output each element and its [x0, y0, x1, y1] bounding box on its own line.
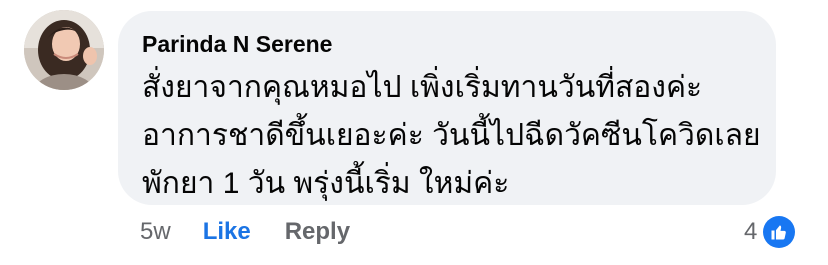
reaction-count: 4 [744, 218, 758, 245]
comment-actions: 5w Like Reply [140, 214, 350, 250]
like-button[interactable]: Like [203, 218, 251, 246]
comment-text-line: สั่งยาจากคุณหมอไป เพิ่งเริ่มทานวันที่สอง… [142, 71, 703, 104]
avatar-photo [24, 10, 104, 90]
comment: Parinda N Serene สั่งยาจากคุณหมอไป เพิ่ง… [0, 0, 828, 265]
comment-text-line: อาการชาดีขึ้นเยอะค่ะ วันนี้ไปฉีดวัคซีนโค… [142, 119, 761, 152]
comment-bubble: Parinda N Serene สั่งยาจากคุณหมอไป เพิ่ง… [118, 11, 776, 205]
comment-text: สั่งยาจากคุณหมอไป เพิ่งเริ่มทานวันที่สอง… [142, 64, 761, 208]
avatar[interactable] [24, 10, 104, 90]
comment-timestamp[interactable]: 5w [140, 218, 171, 246]
reply-button[interactable]: Reply [285, 218, 350, 246]
thumbs-up-icon [763, 216, 796, 248]
reaction-summary[interactable]: 4 [744, 214, 796, 250]
comment-author[interactable]: Parinda N Serene [142, 30, 752, 58]
comment-text-line: พักยา 1 วัน พรุ่งนี้เริ่ม ใหม่ค่ะ [142, 167, 510, 200]
